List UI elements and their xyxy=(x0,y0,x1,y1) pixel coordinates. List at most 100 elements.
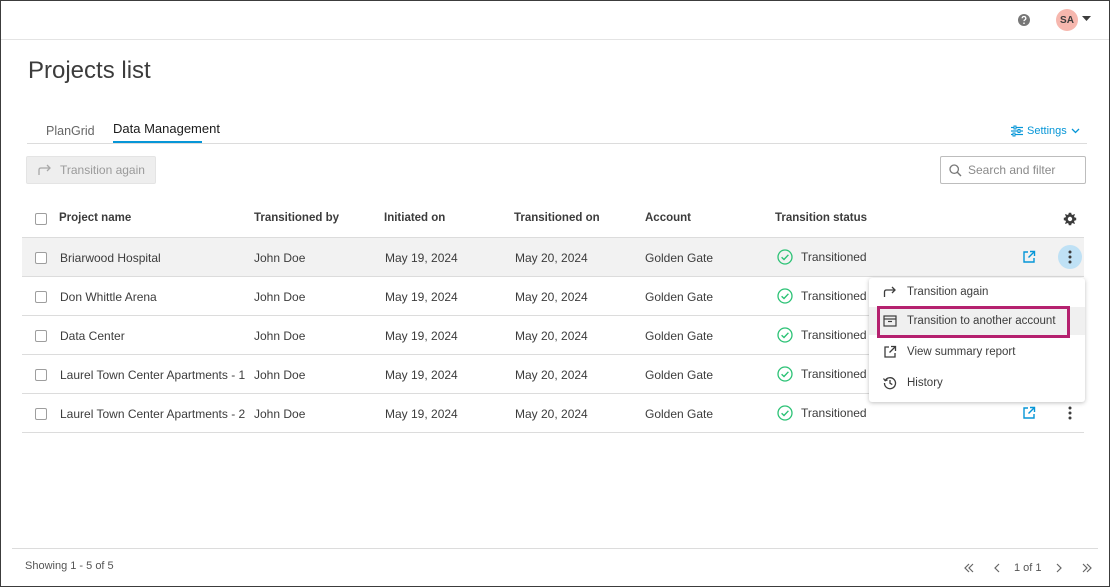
external-link-icon[interactable] xyxy=(1022,406,1036,420)
transitioned-by: John Doe xyxy=(254,290,306,304)
project-name: Briarwood Hospital xyxy=(60,251,161,265)
chevrons-right-icon xyxy=(1082,563,1092,573)
external-link-icon[interactable] xyxy=(1022,250,1036,264)
help-circle-icon[interactable] xyxy=(1017,13,1031,27)
page-title: Projects list xyxy=(28,57,151,84)
transition-status: Transitioned xyxy=(777,249,867,265)
check-circle-icon xyxy=(777,366,793,382)
column-header-transitioned-by[interactable]: Transitioned by xyxy=(254,212,339,224)
row-checkbox[interactable] xyxy=(35,369,47,381)
account: Golden Gate xyxy=(645,290,714,304)
chevron-down-icon[interactable] xyxy=(1082,16,1091,22)
table-footer: Showing 1 - 5 of 5 1 of 1 xyxy=(12,548,1098,586)
first-page-button[interactable] xyxy=(958,558,980,578)
transitioned-on: May 20, 2024 xyxy=(515,407,588,421)
tab-plangrid[interactable]: PlanGrid xyxy=(46,124,95,138)
more-actions-button[interactable] xyxy=(1058,401,1082,425)
tab-data-management[interactable]: Data Management xyxy=(113,121,220,136)
previous-page-button[interactable] xyxy=(986,558,1008,578)
row-actions-menu: Transition again Transition to another a… xyxy=(869,278,1085,402)
project-name: Don Whittle Arena xyxy=(60,290,157,304)
table-row[interactable]: Briarwood Hospital John Doe May 19, 2024… xyxy=(22,238,1084,277)
menu-item-label: View summary report xyxy=(907,346,1016,358)
page-indicator: 1 of 1 xyxy=(1014,562,1042,574)
chevron-down-icon xyxy=(1071,128,1080,134)
initiated-on: May 19, 2024 xyxy=(385,368,458,382)
redo-arrow-icon xyxy=(883,286,896,297)
column-header-account[interactable]: Account xyxy=(645,212,691,224)
account: Golden Gate xyxy=(645,329,714,343)
transition-status: Transitioned xyxy=(777,327,867,343)
menu-item-transition-to-another-account[interactable]: Transition to another account xyxy=(869,307,1085,335)
status-text: Transitioned xyxy=(801,406,867,420)
history-icon xyxy=(883,377,897,390)
check-circle-icon xyxy=(777,405,793,421)
row-checkbox[interactable] xyxy=(35,291,47,303)
initiated-on: May 19, 2024 xyxy=(385,251,458,265)
column-header-initiated-on[interactable]: Initiated on xyxy=(384,212,445,224)
pagination: 1 of 1 xyxy=(958,558,1098,578)
menu-item-label: Transition to another account xyxy=(907,315,1056,327)
avatar[interactable]: SA xyxy=(1056,9,1078,31)
check-circle-icon xyxy=(777,288,793,304)
settings-button[interactable]: Settings xyxy=(1011,125,1080,137)
column-header-transition-status[interactable]: Transition status xyxy=(775,212,867,224)
more-actions-button[interactable] xyxy=(1058,245,1082,269)
more-vertical-icon xyxy=(1068,406,1072,420)
chevron-right-icon xyxy=(1056,563,1062,573)
status-text: Transitioned xyxy=(801,328,867,342)
settings-label: Settings xyxy=(1027,125,1067,137)
menu-item-transition-again[interactable]: Transition again xyxy=(869,278,1085,306)
more-vertical-icon xyxy=(1068,250,1072,264)
transitioned-by: John Doe xyxy=(254,407,306,421)
chevrons-left-icon xyxy=(964,563,974,573)
initiated-on: May 19, 2024 xyxy=(385,329,458,343)
account: Golden Gate xyxy=(645,251,714,265)
next-page-button[interactable] xyxy=(1048,558,1070,578)
menu-item-history[interactable]: History xyxy=(869,369,1085,397)
transitioned-by: John Doe xyxy=(254,329,306,343)
status-text: Transitioned xyxy=(801,367,867,381)
app-window: SA Projects list PlanGrid Data Managemen… xyxy=(0,0,1110,587)
archive-box-icon xyxy=(883,315,897,327)
account: Golden Gate xyxy=(645,407,714,421)
project-name: Data Center xyxy=(60,329,125,343)
select-all-checkbox[interactable] xyxy=(35,213,47,225)
project-name: Laurel Town Center Apartments - 2 xyxy=(60,407,246,421)
transition-status: Transitioned xyxy=(777,366,867,382)
results-count: Showing 1 - 5 of 5 xyxy=(25,560,114,572)
column-header-transitioned-on[interactable]: Transitioned on xyxy=(514,212,600,224)
sliders-icon xyxy=(1011,125,1023,137)
transitioned-on: May 20, 2024 xyxy=(515,329,588,343)
menu-item-view-summary-report[interactable]: View summary report xyxy=(869,338,1085,366)
last-page-button[interactable] xyxy=(1076,558,1098,578)
column-header-project-name[interactable]: Project name xyxy=(59,212,131,224)
redo-arrow-icon xyxy=(38,164,51,175)
check-circle-icon xyxy=(777,327,793,343)
search-input[interactable] xyxy=(968,163,1080,177)
search-icon xyxy=(949,163,962,176)
transitioned-by: John Doe xyxy=(254,368,306,382)
status-text: Transitioned xyxy=(801,250,867,264)
transitioned-by: John Doe xyxy=(254,251,306,265)
transitioned-on: May 20, 2024 xyxy=(515,290,588,304)
transitioned-on: May 20, 2024 xyxy=(515,251,588,265)
initiated-on: May 19, 2024 xyxy=(385,290,458,304)
row-checkbox[interactable] xyxy=(35,330,47,342)
account: Golden Gate xyxy=(645,368,714,382)
transition-status: Transitioned xyxy=(777,405,867,421)
gear-icon[interactable] xyxy=(1063,212,1077,226)
active-tab-indicator xyxy=(113,141,202,143)
external-link-icon xyxy=(884,345,897,358)
search-box[interactable] xyxy=(940,156,1086,184)
tab-bar: PlanGrid Data Management xyxy=(27,115,1087,144)
transition-again-label: Transition again xyxy=(60,163,145,177)
status-text: Transitioned xyxy=(801,289,867,303)
top-bar: SA xyxy=(1,1,1109,40)
row-checkbox[interactable] xyxy=(35,408,47,420)
table-header: Project name Transitioned by Initiated o… xyxy=(22,200,1084,238)
row-checkbox[interactable] xyxy=(35,252,47,264)
transitioned-on: May 20, 2024 xyxy=(515,368,588,382)
chevron-left-icon xyxy=(994,563,1000,573)
transition-again-button[interactable]: Transition again xyxy=(26,156,156,184)
